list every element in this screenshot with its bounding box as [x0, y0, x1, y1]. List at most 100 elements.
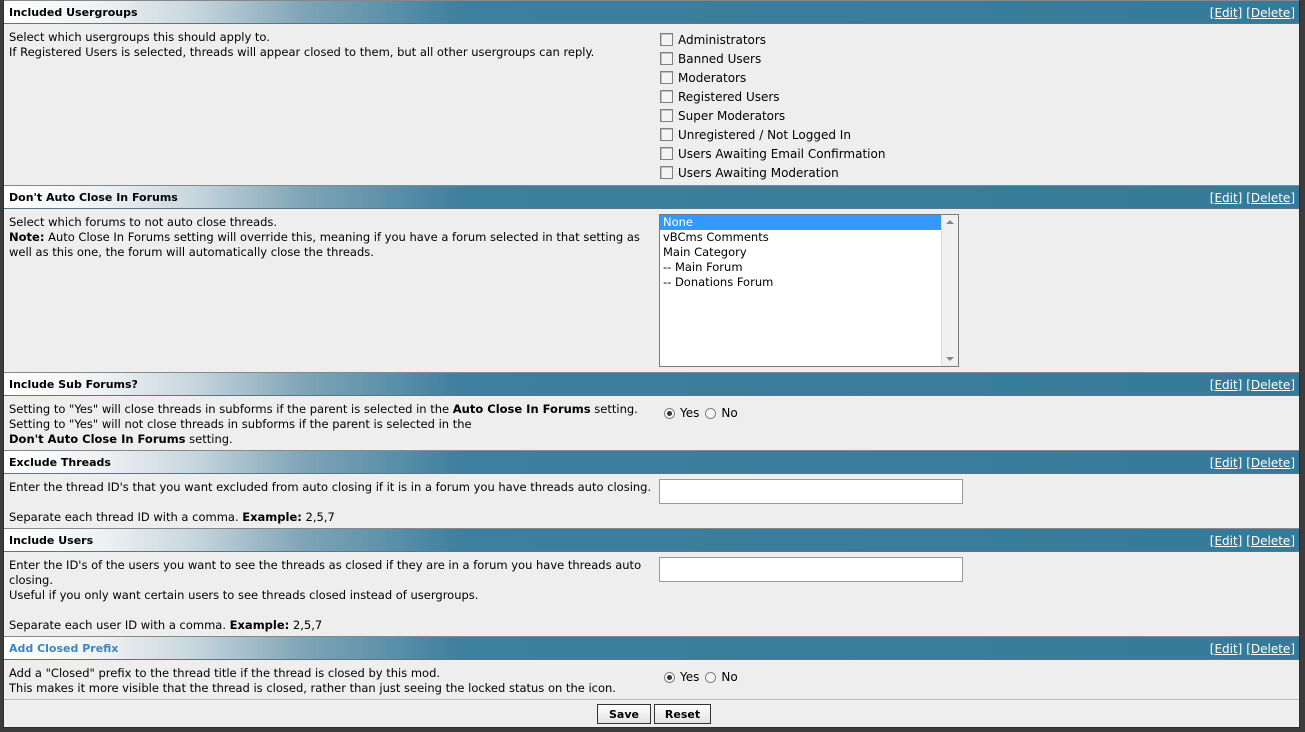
text: 2,5,7 [301, 510, 335, 524]
edit-link[interactable]: [Edit] [1210, 6, 1243, 20]
forum-option[interactable]: -- Main Forum [660, 260, 941, 275]
checkbox-super-moderators[interactable]: Super Moderators [660, 106, 885, 125]
checkbox-unregistered[interactable]: Unregistered / Not Logged In [660, 125, 885, 144]
section-title: Include Sub Forums? [9, 378, 138, 391]
checkbox-label: Moderators [678, 70, 747, 85]
radio-yes[interactable] [664, 671, 675, 683]
edit-link[interactable]: [Edit] [1210, 642, 1243, 656]
settings-panel: Included Usergroups [Edit] [Delete] Sele… [3, 0, 1300, 728]
checkbox[interactable] [660, 71, 673, 84]
checkbox-administrators[interactable]: Administrators [660, 30, 885, 49]
section-header-add-closed-prefix: Add Closed Prefix [Edit] [Delete] [4, 636, 1299, 660]
description-line: closing. [9, 573, 53, 587]
save-button[interactable]: Save [597, 704, 651, 724]
delete-link[interactable]: [Delete] [1246, 642, 1295, 656]
reset-button[interactable]: Reset [654, 704, 711, 724]
text: setting. [590, 402, 638, 416]
sub-forums-radio-group: Yes No [664, 406, 744, 420]
description-line: Select which forums to not auto close th… [9, 215, 278, 229]
checkbox-registered-users[interactable]: Registered Users [660, 87, 885, 106]
note-label: Note: [9, 230, 45, 244]
radio-yes[interactable] [664, 407, 675, 419]
radio-no[interactable] [705, 671, 717, 683]
section-title: Include Users [9, 534, 94, 547]
text: Separate each thread ID with a comma. [9, 510, 243, 524]
closed-prefix-radio-group: Yes No [664, 670, 744, 684]
note-text: Auto Close In Forums setting will overri… [44, 230, 640, 244]
checkbox-awaiting-moderation[interactable]: Users Awaiting Moderation [660, 163, 885, 182]
section-description: Enter the ID's of the users you want to … [9, 558, 641, 633]
description-line: Useful if you only want certain users to… [9, 588, 479, 602]
description-line: Setting to "Yes" will close threads in s… [9, 402, 638, 417]
edit-link[interactable]: [Edit] [1210, 191, 1243, 205]
section-header-include-sub-forums: Include Sub Forums? [Edit] [Delete] [4, 372, 1299, 396]
checkbox-awaiting-email[interactable]: Users Awaiting Email Confirmation [660, 144, 885, 163]
checkbox[interactable] [660, 128, 673, 141]
forum-option[interactable]: Main Category [660, 245, 941, 260]
forum-option[interactable]: vBCms Comments [660, 230, 941, 245]
delete-link[interactable]: [Delete] [1246, 191, 1295, 205]
delete-link[interactable]: [Delete] [1246, 378, 1295, 392]
checkbox[interactable] [660, 90, 673, 103]
text: Separate each user ID with a comma. [9, 618, 230, 632]
description-line: Enter the thread ID's that you want excl… [9, 480, 652, 494]
usergroup-checkbox-list: Administrators Banned Users Moderators R… [660, 30, 885, 182]
edit-link[interactable]: [Edit] [1210, 378, 1243, 392]
checkbox-moderators[interactable]: Moderators [660, 68, 885, 87]
checkbox-banned-users[interactable]: Banned Users [660, 49, 885, 68]
checkbox-label: Administrators [678, 32, 767, 47]
radio-label: No [721, 406, 738, 420]
section-title: Exclude Threads [9, 456, 111, 469]
forum-option[interactable]: -- Donations Forum [660, 275, 941, 290]
scrollbar[interactable] [941, 215, 958, 366]
checkbox[interactable] [660, 52, 673, 65]
section-description: Select which forums to not auto close th… [9, 215, 640, 260]
delete-link[interactable]: [Delete] [1246, 6, 1295, 20]
radio-label: Yes [680, 670, 700, 684]
forum-option[interactable]: None [660, 215, 941, 230]
description-line: Note: Auto Close In Forums setting will … [9, 230, 640, 245]
checkbox-label: Users Awaiting Email Confirmation [678, 146, 886, 161]
radio-no[interactable] [705, 407, 717, 419]
delete-link[interactable]: [Delete] [1246, 456, 1295, 470]
checkbox-label: Users Awaiting Moderation [678, 165, 839, 180]
edit-link[interactable]: [Edit] [1210, 456, 1243, 470]
section-header-included-usergroups: Included Usergroups [Edit] [Delete] [4, 0, 1299, 24]
exclude-threads-input[interactable] [659, 479, 963, 504]
description-line: Separate each user ID with a comma. Exam… [9, 618, 641, 633]
checkbox[interactable] [660, 33, 673, 46]
checkbox[interactable] [660, 147, 673, 160]
radio-label: Yes [680, 406, 700, 420]
scroll-down-icon[interactable] [946, 357, 954, 361]
checkbox[interactable] [660, 109, 673, 122]
text: 2,5,7 [289, 618, 323, 632]
bold-text: Auto Close In Forums [452, 402, 591, 416]
description-line: Add a "Closed" prefix to the thread titl… [9, 666, 441, 680]
forum-multiselect[interactable]: None vBCms Comments Main Category -- Mai… [659, 214, 959, 367]
text: Setting to "Yes" will close threads in s… [9, 402, 453, 416]
text: setting. [185, 432, 233, 446]
section-header-exclude-threads: Exclude Threads [Edit] [Delete] [4, 450, 1299, 474]
radio-label: No [721, 670, 738, 684]
delete-link[interactable]: [Delete] [1246, 534, 1295, 548]
description-line: well as this one, the forum will automat… [9, 245, 374, 259]
section-title: Don't Auto Close In Forums [9, 191, 178, 204]
checkbox-label: Registered Users [678, 89, 780, 104]
edit-link[interactable]: [Edit] [1210, 534, 1243, 548]
description-line: If Registered Users is selected, threads… [9, 45, 595, 59]
description-line: This makes it more visible that the thre… [9, 681, 616, 695]
include-users-input[interactable] [659, 557, 963, 582]
section-header-include-users: Include Users [Edit] [Delete] [4, 528, 1299, 552]
description-line: Setting to "Yes" will not close threads … [9, 417, 472, 431]
description-line: Don't Auto Close In Forums setting. [9, 432, 638, 447]
scroll-up-icon[interactable] [946, 220, 954, 224]
checkbox[interactable] [660, 166, 673, 179]
description-line: Separate each thread ID with a comma. Ex… [9, 510, 651, 525]
footer-divider [4, 699, 1299, 700]
section-description: Add a "Closed" prefix to the thread titl… [9, 666, 616, 696]
bold-text: Example: [242, 510, 302, 524]
description-line: Enter the ID's of the users you want to … [9, 558, 642, 572]
checkbox-label: Unregistered / Not Logged In [678, 127, 851, 142]
